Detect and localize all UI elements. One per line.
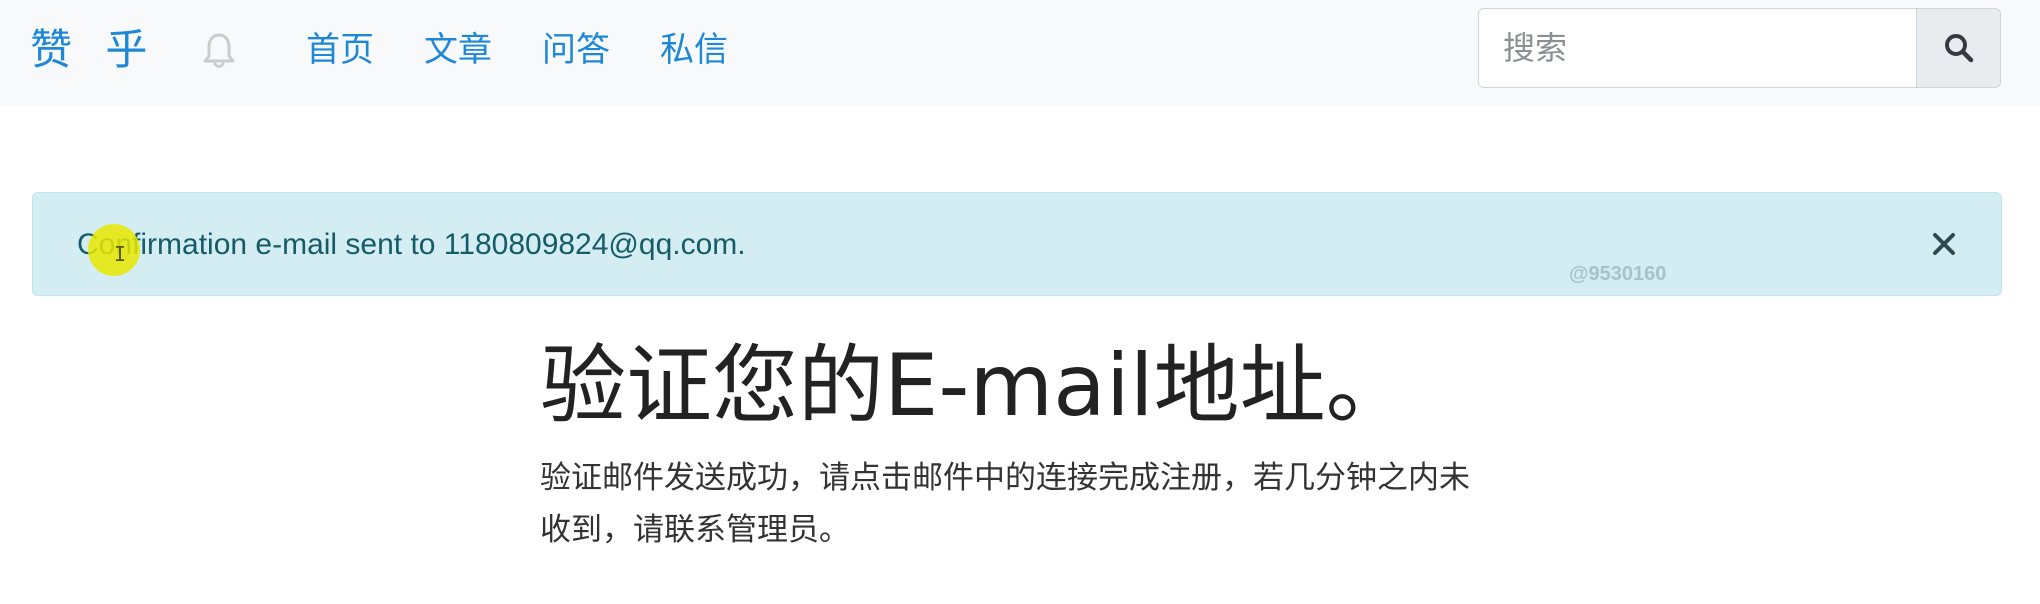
search-icon (1944, 34, 1973, 63)
search-button[interactable] (1916, 8, 2001, 88)
search-group (1478, 8, 2001, 88)
alert-message: Confirmation e-mail sent to 1180809824@q… (77, 228, 746, 261)
watermark: @9530160 (1569, 263, 1667, 285)
page-description: 验证邮件发送成功，请点击邮件中的连接完成注册，若几分钟之内未收到，请联系管理员。 (540, 460, 1470, 548)
navbar: 赞 乎 首页 文章 问答 私信 (0, 0, 2040, 106)
nav-link-home[interactable]: 首页 (306, 26, 374, 74)
nav-links: 首页 文章 问答 私信 (306, 26, 728, 74)
text-cursor-icon: I (114, 242, 127, 266)
close-icon[interactable] (1929, 229, 1959, 259)
search-input[interactable] (1478, 8, 1916, 88)
bell-icon[interactable] (202, 32, 236, 70)
confirmation-alert: Confirmation e-mail sent to 1180809824@q… (32, 192, 2002, 296)
nav-link-qa[interactable]: 问答 (542, 26, 610, 74)
page-title: 验证您的E-mail地址。 (540, 336, 1412, 436)
nav-link-articles[interactable]: 文章 (424, 26, 492, 74)
brand-logo[interactable]: 赞 乎 (30, 22, 157, 78)
nav-link-messages[interactable]: 私信 (660, 26, 728, 74)
